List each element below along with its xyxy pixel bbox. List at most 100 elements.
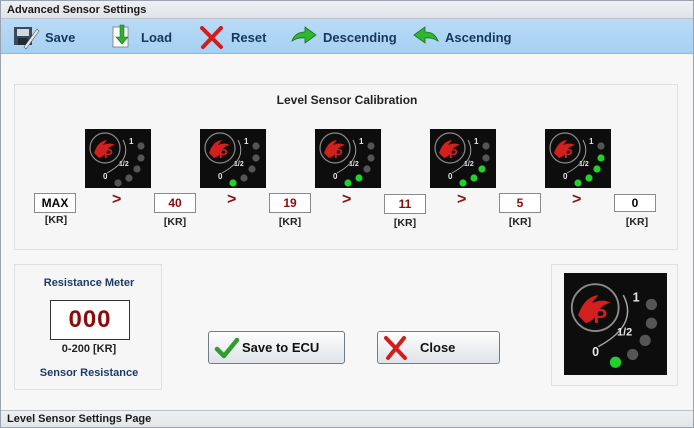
sensor-led xyxy=(252,154,260,162)
sensor-led xyxy=(597,154,605,162)
svg-text:P: P xyxy=(449,146,458,161)
sensor-led xyxy=(252,142,260,150)
sensor-led xyxy=(593,165,601,173)
level-full-label: 1 xyxy=(359,137,364,146)
level-half-label: 1/2 xyxy=(234,161,244,168)
level-half-label: 1/2 xyxy=(617,327,632,339)
level-full-label: 1 xyxy=(244,137,249,146)
calibration-value-field[interactable]: 5 xyxy=(499,193,541,213)
greater-than-separator: > xyxy=(227,191,237,208)
calibration-value-max: MAX xyxy=(34,193,76,213)
unit-label: [KR] xyxy=(163,216,187,228)
resistance-value-display: 000 xyxy=(50,300,130,340)
sensor-resistance-label: Sensor Resistance xyxy=(39,367,139,379)
resistance-meter-panel: Resistance Meter 000 0-200 [KR] Sensor R… xyxy=(14,264,162,390)
ascending-toolbar-label: Ascending xyxy=(445,29,512,45)
level-sensor-image: P 1 1/2 0 xyxy=(545,129,611,188)
level-full-label: 1 xyxy=(129,137,134,146)
save-icon xyxy=(11,23,41,51)
main-window: Advanced Sensor Settings Save Load Reset… xyxy=(0,0,694,428)
sensor-led xyxy=(344,179,352,187)
sensor-led xyxy=(645,298,658,311)
sensor-led xyxy=(609,356,622,368)
window-title: Advanced Sensor Settings xyxy=(1,1,693,19)
unit-label: [KR] xyxy=(508,216,532,228)
sensor-led xyxy=(367,154,375,162)
unit-label: [KR] xyxy=(393,217,417,229)
level-sensor-image: P 1 1/2 0 xyxy=(200,129,266,188)
status-bar: Level Sensor Settings Page xyxy=(1,410,693,427)
greater-than-separator: > xyxy=(342,191,352,208)
calibration-value-field[interactable]: 40 xyxy=(154,193,196,213)
save-toolbar-label: Save xyxy=(45,29,76,45)
greater-than-separator: > xyxy=(572,191,582,208)
level-full-label: 1 xyxy=(589,137,594,146)
sensor-led xyxy=(229,179,237,187)
reset-toolbar-button[interactable]: Reset xyxy=(197,23,266,51)
load-toolbar-label: Load xyxy=(141,29,173,45)
level-empty-label: 0 xyxy=(333,172,338,181)
unit-label: [KR] xyxy=(44,214,68,226)
ascending-toolbar-button[interactable]: Ascending xyxy=(411,23,511,51)
level-sensor-image: P 1 1/2 0 xyxy=(85,129,151,188)
sensor-led xyxy=(248,165,256,173)
level-half-label: 1/2 xyxy=(119,161,129,168)
calibration-value-field[interactable]: 11 xyxy=(384,194,426,214)
level-empty-label: 0 xyxy=(448,172,453,181)
sensor-led xyxy=(639,334,651,347)
svg-text:P: P xyxy=(564,146,573,161)
sensor-led xyxy=(470,174,478,182)
calibration-value-zero: 0 xyxy=(614,194,656,212)
sensor-led xyxy=(574,179,582,187)
save-toolbar-button[interactable]: Save xyxy=(11,23,75,51)
sensor-led xyxy=(367,142,375,150)
calibration-value-field[interactable]: 19 xyxy=(269,193,311,213)
resistance-range-label: 0-200 [KR] xyxy=(61,343,117,355)
descending-toolbar-label: Descending xyxy=(323,29,397,45)
level-empty-label: 0 xyxy=(103,172,108,181)
sensor-led xyxy=(482,154,490,162)
level-empty-label: 0 xyxy=(563,172,568,181)
sensor-led xyxy=(459,179,467,187)
close-button[interactable]: Close xyxy=(377,331,500,364)
level-full-label: 1 xyxy=(474,137,479,146)
level-sensor-image: P 1 1/2 0 xyxy=(315,129,381,188)
current-sensor-frame: P 1 1/2 0 xyxy=(551,264,678,386)
level-half-label: 1/2 xyxy=(349,161,359,168)
sensor-led xyxy=(137,142,145,150)
sensor-led xyxy=(133,165,141,173)
svg-text:P: P xyxy=(334,146,343,161)
sensor-led xyxy=(482,142,490,150)
level-half-label: 1/2 xyxy=(579,161,589,168)
unit-label: [KR] xyxy=(625,216,649,228)
sensor-led xyxy=(478,165,486,173)
save-to-ecu-button[interactable]: Save to ECU xyxy=(208,331,345,364)
level-half-label: 1/2 xyxy=(464,161,474,168)
unit-label: [KR] xyxy=(278,216,302,228)
sensor-led xyxy=(363,165,371,173)
level-full-label: 1 xyxy=(633,290,640,304)
current-level-sensor-image: P 1 1/2 0 xyxy=(564,273,667,375)
calibration-title: Level Sensor Calibration xyxy=(276,93,418,107)
svg-text:P: P xyxy=(594,306,608,328)
level-empty-label: 0 xyxy=(592,345,599,359)
greater-than-separator: > xyxy=(457,191,467,208)
sensor-led xyxy=(627,348,639,361)
sensor-led xyxy=(645,317,658,329)
reset-icon xyxy=(197,23,227,51)
sensor-led xyxy=(114,179,122,187)
arrow-left-icon xyxy=(411,23,441,51)
svg-text:P: P xyxy=(219,146,228,161)
descending-toolbar-button[interactable]: Descending xyxy=(289,23,397,51)
load-icon xyxy=(107,23,137,51)
checkmark-icon xyxy=(214,335,240,361)
close-label: Close xyxy=(420,340,456,355)
level-empty-label: 0 xyxy=(218,172,223,181)
sensor-led xyxy=(137,154,145,162)
arrow-right-icon xyxy=(289,23,319,51)
sensor-led xyxy=(125,174,133,182)
greater-than-separator: > xyxy=(112,191,122,208)
reset-toolbar-label: Reset xyxy=(231,29,267,45)
load-toolbar-button[interactable]: Load xyxy=(107,23,172,51)
svg-text:P: P xyxy=(104,146,113,161)
